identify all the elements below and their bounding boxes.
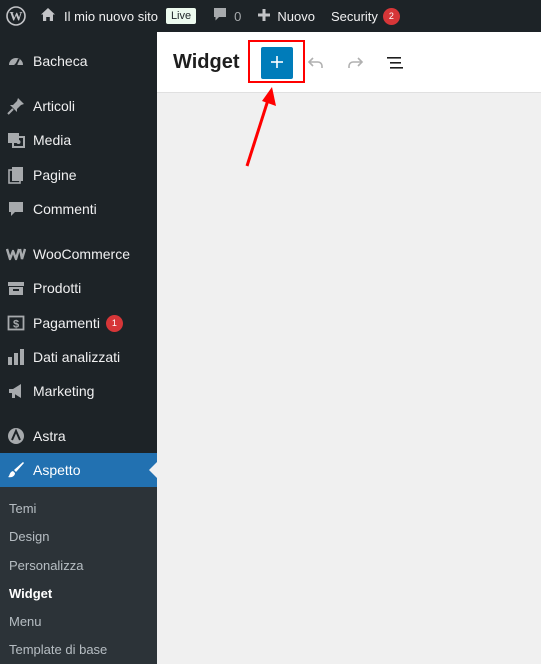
- comments-count: 0: [234, 8, 242, 24]
- brush-icon: [6, 460, 26, 480]
- security-count-badge: 2: [382, 7, 400, 25]
- new-label: Nuovo: [277, 8, 315, 24]
- sidebar-item-label: Bacheca: [33, 53, 88, 69]
- sidebar-item-woocommerce[interactable]: WooCommerce: [0, 237, 157, 271]
- payment-icon: $: [6, 313, 26, 333]
- widget-editor-header: Widget: [157, 32, 541, 93]
- list-view-button[interactable]: [383, 52, 407, 76]
- security-label: Security: [330, 8, 378, 24]
- plus-icon: [257, 7, 271, 25]
- undo-button[interactable]: [304, 52, 328, 76]
- media-icon: [6, 130, 26, 150]
- sidebar-item-label: Dati analizzati: [33, 349, 121, 365]
- annotation-highlight-box: [248, 40, 305, 83]
- megaphone-icon: [6, 381, 26, 401]
- sidebar-item-label: Aspetto: [33, 462, 81, 478]
- sidebar-item-label: Astra: [33, 428, 66, 444]
- sidebar-item-pagine[interactable]: Pagine: [0, 158, 157, 192]
- home-icon: [40, 7, 56, 25]
- current-menu-arrow: [149, 462, 157, 478]
- wordpress-logo-icon[interactable]: W: [0, 0, 32, 32]
- astra-icon: [6, 426, 26, 446]
- sidebar-item-dati-analizzati[interactable]: Dati analizzati: [0, 340, 157, 374]
- aspetto-submenu: Temi Design Personalizza Widget Menu Tem…: [0, 487, 157, 664]
- page-title: Widget: [173, 51, 240, 73]
- sidebar-item-label: Pagine: [33, 167, 77, 183]
- submenu-item-temi[interactable]: Temi: [9, 501, 36, 516]
- svg-text:W: W: [10, 9, 23, 24]
- list-view-icon: [385, 53, 405, 76]
- sidebar-item-commenti[interactable]: Commenti: [0, 192, 157, 226]
- sidebar-item-label: Media: [33, 132, 72, 148]
- sidebar-item-label: Marketing: [33, 383, 95, 399]
- annotation-arrow: [245, 87, 276, 167]
- sidebar-item-aspetto[interactable]: Aspetto: [0, 453, 157, 487]
- submenu-item-template-di-base[interactable]: Template di base: [9, 642, 107, 657]
- sidebar-item-astra[interactable]: Astra: [0, 419, 157, 453]
- sidebar-item-label: Pagamenti: [33, 315, 100, 331]
- admin-bar: W Il mio nuovo sito Live 0 Nuovo Securit…: [0, 0, 541, 32]
- redo-icon: [345, 53, 365, 76]
- submenu-item-widget[interactable]: Widget: [9, 586, 52, 601]
- submenu-item-design[interactable]: Design: [9, 529, 49, 544]
- woocommerce-icon: [6, 244, 26, 264]
- analytics-icon: [6, 347, 26, 367]
- new-content-link[interactable]: Nuovo: [249, 0, 323, 32]
- site-name-link[interactable]: Il mio nuovo sito Live: [32, 0, 204, 32]
- sidebar-item-label: WooCommerce: [33, 246, 130, 262]
- site-name: Il mio nuovo sito: [64, 8, 158, 24]
- comments-link[interactable]: 0: [204, 0, 249, 32]
- comment-icon: [212, 7, 228, 25]
- live-badge: Live: [165, 8, 197, 24]
- comment-icon: [6, 199, 26, 219]
- sidebar-item-prodotti[interactable]: Prodotti: [0, 271, 157, 305]
- security-link[interactable]: Security 2: [323, 0, 408, 32]
- undo-icon: [306, 53, 326, 76]
- submenu-item-personalizza[interactable]: Personalizza: [9, 558, 83, 573]
- svg-text:$: $: [13, 319, 19, 331]
- archive-icon: [6, 278, 26, 298]
- sidebar-item-label: Commenti: [33, 201, 97, 217]
- sidebar-item-marketing[interactable]: Marketing: [0, 374, 157, 408]
- sidebar-item-label: Articoli: [33, 98, 76, 114]
- pagamenti-count-badge: 1: [105, 314, 123, 332]
- sidebar-item-pagamenti[interactable]: $ Pagamenti 1: [0, 306, 157, 340]
- submenu-item-menu[interactable]: Menu: [9, 614, 42, 629]
- admin-sidebar: Bacheca Articoli Media Pagine Commenti W…: [0, 32, 157, 664]
- sidebar-item-media[interactable]: Media: [0, 123, 157, 157]
- sidebar-item-label: Prodotti: [33, 280, 82, 296]
- pin-icon: [6, 96, 26, 116]
- pages-icon: [6, 165, 26, 185]
- redo-button[interactable]: [343, 52, 367, 76]
- widget-editor-canvas[interactable]: [157, 94, 541, 664]
- sidebar-item-articoli[interactable]: Articoli: [0, 89, 157, 123]
- sidebar-item-bacheca[interactable]: Bacheca: [0, 44, 157, 78]
- dashboard-icon: [6, 51, 26, 71]
